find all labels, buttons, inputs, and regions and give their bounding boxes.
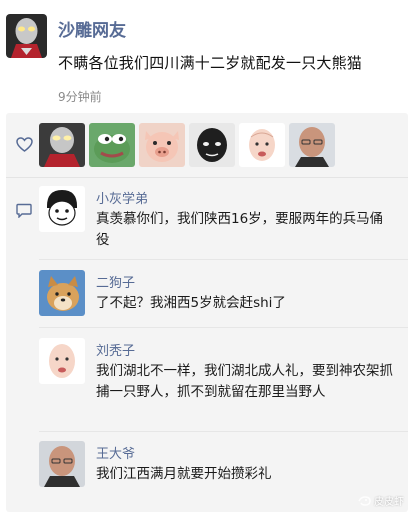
comment-avatar-old-man[interactable] <box>39 441 85 487</box>
comment-divider <box>39 259 408 260</box>
comment-avatar-bald-cartoon[interactable] <box>39 338 85 384</box>
post-author-name[interactable]: 沙雕网友 <box>58 16 126 41</box>
comment-text: 我们江西满月就要开始攒彩礼 <box>96 466 272 482</box>
comment-divider <box>39 327 408 328</box>
likes-row <box>6 113 408 177</box>
comment-author-name[interactable]: 二狗子 <box>96 272 135 291</box>
comment-author-name[interactable]: 小灰学弟 <box>96 188 148 207</box>
post-timestamp: 9分钟前 <box>58 90 102 104</box>
likes-divider <box>6 177 408 178</box>
heart-icon <box>16 137 33 152</box>
shrimp-logo-icon <box>358 495 371 506</box>
comment-text: 了不起？我湘西5岁就会赶shi了 <box>96 295 286 311</box>
comment-text: 真羡慕你们，我们陕西16岁，要服两年的兵马俑役 <box>96 211 384 248</box>
interaction-panel: 小灰学弟 真羡慕你们，我们陕西16岁，要服两年的兵马俑役 二狗子 了不起？我湘西… <box>6 113 408 512</box>
like-avatar-dark-face[interactable] <box>189 123 235 167</box>
post-text: 不瞒各位我们四川满十二岁就配发一只大熊猫 <box>58 54 363 72</box>
comment-avatar-cartoon-boy[interactable] <box>39 186 85 232</box>
comment-divider <box>39 431 408 432</box>
watermark-text: 皮皮虾 <box>374 497 404 508</box>
comment-icon <box>16 203 32 218</box>
watermark: 皮皮虾 <box>358 493 404 508</box>
like-avatar-old-man[interactable] <box>289 123 335 167</box>
like-avatar-pig[interactable] <box>139 123 185 167</box>
comment-author-name[interactable]: 王大爷 <box>96 443 135 462</box>
like-avatar-ultraman[interactable] <box>39 123 85 167</box>
like-avatar-bald-cartoon[interactable] <box>239 123 285 167</box>
like-avatar-pepe[interactable] <box>89 123 135 167</box>
author-avatar[interactable] <box>6 14 47 58</box>
comment-text: 我们湖北不一样，我们湖北成人礼，要到神农架抓捕一只野人，抓不到就留在那里当野人 <box>96 363 393 400</box>
comment-avatar-shiba[interactable] <box>39 270 85 316</box>
comment-author-name[interactable]: 刘秃子 <box>96 340 135 359</box>
